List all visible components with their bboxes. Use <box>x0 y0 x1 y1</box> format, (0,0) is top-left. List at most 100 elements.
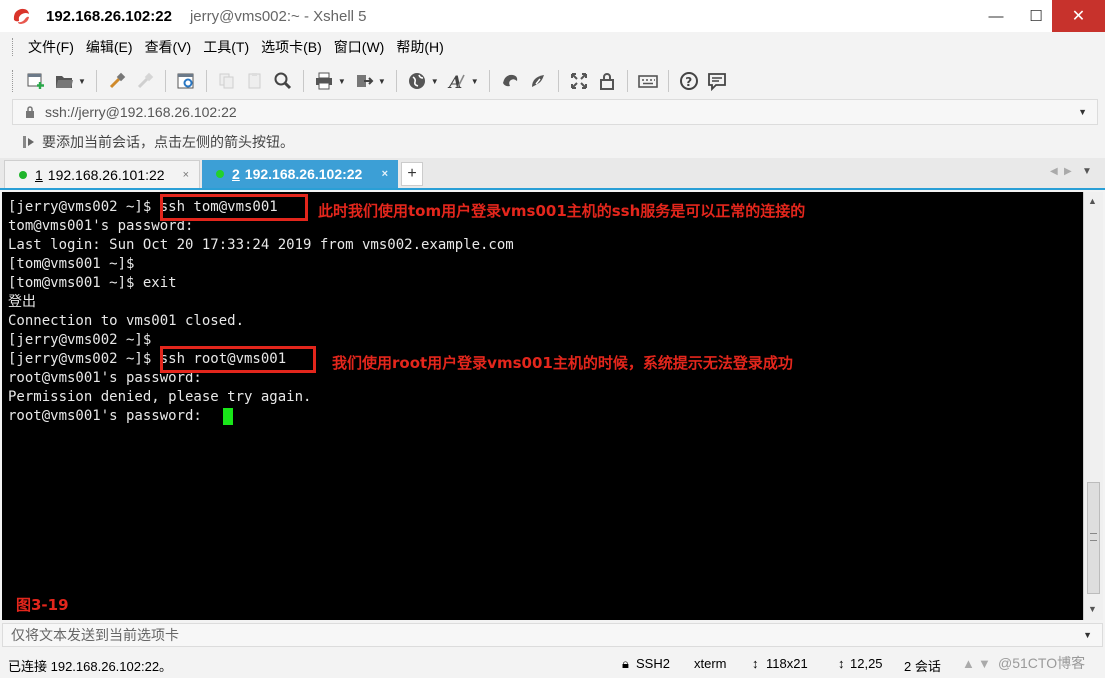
keyboard-icon <box>637 75 658 88</box>
svg-text:?: ? <box>685 75 692 89</box>
menu-file[interactable]: 文件(F) <box>22 37 80 57</box>
annotation-root-login: 我们使用root用户登录vms001主机的时候，系统提示无法登录成功 <box>332 354 793 372</box>
fullscreen-icon <box>570 73 587 89</box>
menu-view[interactable]: 查看(V) <box>139 37 198 57</box>
globe-button[interactable] <box>405 69 429 93</box>
help-button[interactable]: ? <box>677 69 701 93</box>
annotation-tom-login: 此时我们使用tom用户登录vms001主机的ssh服务是可以正常的连接的 <box>318 202 806 220</box>
properties-button[interactable] <box>174 69 198 93</box>
new-tab-button[interactable]: + <box>401 162 423 186</box>
tab-session-1[interactable]: 1 192.168.26.101:22 × <box>4 160 200 188</box>
scroll-down-icon[interactable]: ▼ <box>1088 604 1097 614</box>
menu-tools[interactable]: 工具(T) <box>197 37 255 57</box>
print-dropdown-icon[interactable]: ▼ <box>338 77 346 86</box>
address-input[interactable]: ssh://jerry@192.168.26.102:22 <box>45 104 237 120</box>
menu-grip[interactable] <box>12 38 16 56</box>
toolbar-separator <box>626 70 628 92</box>
tab-close-icon[interactable]: × <box>183 169 189 181</box>
xmanager-button[interactable] <box>526 69 550 93</box>
address-dropdown-icon[interactable]: ▼ <box>1078 107 1087 117</box>
menu-help[interactable]: 帮助(H) <box>390 37 449 57</box>
add-session-arrow-icon[interactable] <box>22 135 36 149</box>
transfer-icon <box>356 75 374 87</box>
tab-number: 2 <box>232 166 240 182</box>
keyboard-button[interactable] <box>636 69 660 93</box>
compose-send-bar[interactable]: 仅将文本发送到当前选项卡 ▼ <box>2 623 1103 647</box>
open-dropdown-icon[interactable]: ▼ <box>78 77 86 86</box>
tab-session-2[interactable]: 2 192.168.26.102:22 × <box>202 160 398 188</box>
size-icon: ↕ <box>752 656 759 671</box>
tab-close-icon[interactable]: × <box>382 168 388 180</box>
tab-bar: 1 192.168.26.101:22 × 2 192.168.26.102:2… <box>0 158 1105 190</box>
help-icon: ? <box>679 72 698 90</box>
globe-dropdown-icon[interactable]: ▼ <box>431 77 439 86</box>
fullscreen-button[interactable] <box>567 69 591 93</box>
terminal-line: Last login: Sun Oct 20 17:33:24 2019 fro… <box>8 237 514 253</box>
disconnect-button[interactable] <box>133 69 157 93</box>
terminal-line: root@vms001's password: <box>8 408 202 424</box>
scroll-down-status-icon[interactable]: ▼ <box>978 656 991 671</box>
scrollbar-grip <box>1090 533 1097 541</box>
search-icon <box>274 72 291 90</box>
tab-label: 192.168.26.102:22 <box>244 166 363 182</box>
scrollbar-thumb[interactable] <box>1087 482 1100 594</box>
connection-status: 已连接 192.168.26.102:22。 <box>8 659 173 674</box>
paste-button[interactable] <box>243 69 267 93</box>
tab-list-icon[interactable]: ▼ <box>1082 166 1092 177</box>
lock-button[interactable] <box>595 69 619 93</box>
address-bar[interactable]: ssh://jerry@192.168.26.102:22 ▼ <box>12 99 1098 125</box>
xftp-button[interactable] <box>498 69 522 93</box>
font-button[interactable]: A <box>445 69 469 93</box>
plug-icon <box>109 72 126 89</box>
menu-window[interactable]: 窗口(W) <box>328 37 391 57</box>
transfer-button[interactable] <box>352 69 376 93</box>
globe-icon <box>408 73 425 89</box>
terminal-scrollbar[interactable]: ▲ ▼ <box>1083 192 1103 620</box>
protocol-lock-icon: 🔒︎ <box>622 656 629 671</box>
title-bar: 192.168.26.102:22 jerry@vms002:~ - Xshel… <box>0 0 1105 32</box>
maximize-button[interactable]: ☐ <box>1018 0 1054 32</box>
copy-icon <box>219 73 234 89</box>
new-session-button[interactable] <box>24 69 48 93</box>
font-icon: A <box>447 73 465 91</box>
connected-status-icon <box>216 170 224 178</box>
tab-scroll-left-icon[interactable]: ◀ <box>1050 166 1058 177</box>
reconnect-button[interactable] <box>105 69 129 93</box>
minimize-button[interactable]: — <box>978 0 1014 32</box>
menu-bar: 文件(F) 编辑(E) 查看(V) 工具(T) 选项卡(B) 窗口(W) 帮助(… <box>0 33 1105 61</box>
terminal-line: Permission denied, please try again. <box>8 389 312 405</box>
compose-dropdown-icon[interactable]: ▼ <box>1083 630 1092 640</box>
connected-status-icon <box>19 170 27 179</box>
chat-icon <box>707 73 726 91</box>
open-button[interactable] <box>52 69 76 93</box>
terminal-line: 登出 <box>8 294 36 310</box>
properties-icon <box>177 73 194 89</box>
transfer-dropdown-icon[interactable]: ▼ <box>378 77 386 86</box>
xmanager-icon <box>531 75 544 87</box>
menu-tabs[interactable]: 选项卡(B) <box>255 37 328 57</box>
terminal-line: Connection to vms001 closed. <box>8 313 245 329</box>
xftp-icon <box>502 74 517 87</box>
font-dropdown-icon[interactable]: ▼ <box>471 77 479 86</box>
figure-label: 图3-19 <box>16 596 69 614</box>
find-button[interactable] <box>271 69 295 93</box>
scroll-up-status-icon[interactable]: ▲ <box>962 656 975 671</box>
tab-scroll-right-icon[interactable]: ▶ <box>1064 166 1072 177</box>
toolbar-separator <box>557 70 559 92</box>
toolbar-separator <box>395 70 397 92</box>
chat-button[interactable] <box>705 69 729 93</box>
close-button[interactable]: ✕ <box>1052 0 1105 32</box>
terminal-size-status: 118x21 <box>766 656 808 671</box>
toolbar-separator <box>488 70 490 92</box>
copy-button[interactable] <box>215 69 239 93</box>
print-button[interactable] <box>312 69 336 93</box>
scroll-up-icon[interactable]: ▲ <box>1088 196 1097 206</box>
xshell-logo-icon[interactable] <box>10 5 32 27</box>
toolbar-grip[interactable] <box>12 70 16 92</box>
menu-edit[interactable]: 编辑(E) <box>80 37 139 57</box>
compose-input[interactable]: 仅将文本发送到当前选项卡 <box>11 625 179 645</box>
protocol-status: SSH2 <box>636 656 670 671</box>
terminal-area[interactable]: [jerry@vms002 ~]$ ssh tom@vms001 tom@vms… <box>2 192 1083 620</box>
session-hint-bar: 要添加当前会话，点击左侧的箭头按钮。 <box>12 130 1098 154</box>
terminal-line: [tom@vms001 ~]$ exit <box>8 275 177 291</box>
